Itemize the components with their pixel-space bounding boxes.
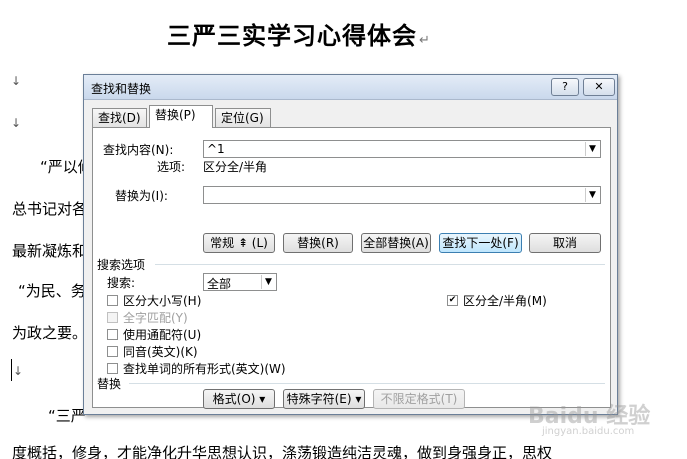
format-button[interactable]: 格式(O) ▾ [203,389,275,409]
baidu-watermark-logo: Baidu 经验 jingyan.baidu.com [528,404,651,437]
tab-goto[interactable]: 定位(G) [215,108,271,127]
options-label: 选项: [157,160,186,174]
dialog-title: 查找和替换 [91,82,152,96]
doc-line-3: 最新凝炼和 [12,242,88,260]
wildcards-checkbox[interactable]: 使用通配符(U) [107,326,201,343]
checkbox-box[interactable] [107,295,118,306]
checkbox-box[interactable] [107,329,118,340]
close-button[interactable]: ✕ [583,78,615,96]
help-button[interactable]: ? [551,78,579,96]
text-cursor [11,359,12,381]
search-direction-label: 搜索: [107,276,136,290]
match-width-checkbox[interactable]: ✔ 区分全/半角(M) [447,292,547,309]
replace-input[interactable]: ▼ [203,186,601,204]
special-button[interactable]: 特殊字符(E) ▾ [283,389,365,409]
divider [129,383,605,384]
replace-all-button[interactable]: 全部替换(A) [361,233,431,253]
replace-button[interactable]: 替换(R) [283,233,353,253]
sounds-like-checkbox[interactable]: 同音(英文)(K) [107,343,198,360]
paragraph-mark: ↓ [11,74,22,88]
divider [155,264,605,265]
paragraph-mark: ↓ [11,116,22,130]
find-next-button[interactable]: 查找下一处(F) [439,233,522,253]
tab-find[interactable]: 查找(D) [92,108,147,127]
paragraph-mark: ↓ [13,364,24,378]
doc-line-5: 为政之要。 [12,324,88,342]
chevron-down-icon[interactable]: ▼ [585,142,599,156]
replace-label: 替换为(I): [115,189,168,203]
find-input[interactable]: ^1 ▼ [203,140,601,158]
document-title: 三严三实学习心得体会 ↵ [167,22,431,50]
find-replace-dialog: 查找和替换 ? ✕ 查找(D) 替换(P) 定位(G) 查找内容(N): ^1 … [83,74,618,415]
cancel-button[interactable]: 取消 [529,233,601,253]
doc-line-6: “三严 [48,407,86,425]
checkmark-icon[interactable]: ✔ [447,295,458,306]
checkbox-box[interactable] [107,363,118,374]
whole-word-checkbox: 全字匹配(Y) [107,309,188,326]
replace-panel: 查找内容(N): ^1 ▼ 选项: 区分全/半角 替换为(I): ▼ 常规 ⇞ … [92,127,611,409]
dialog-titlebar[interactable]: 查找和替换 ? ✕ [84,75,617,100]
chevron-down-icon[interactable]: ▼ [585,188,599,202]
less-button[interactable]: 常规 ⇞ (L) [203,233,275,253]
no-formatting-button: 不限定格式(T) [373,389,465,409]
checkbox-box[interactable] [107,346,118,357]
all-word-forms-checkbox[interactable]: 查找单词的所有形式(英文)(W) [107,360,286,377]
find-value: ^1 [207,142,225,156]
replace-section-label: 替换 [97,377,122,391]
search-direction-value: 全部 [207,277,232,291]
search-direction-select[interactable]: 全部 ▼ [203,273,277,291]
tab-replace[interactable]: 替换(P) [149,105,213,128]
chevron-down-icon[interactable]: ▼ [261,275,275,289]
options-value: 区分全/半角 [203,160,268,174]
doc-line-2: 总书记对各 [12,200,88,218]
checkbox-box [107,312,118,323]
doc-line-4: “为民、务 [18,282,86,300]
search-options-label: 搜索选项 [97,258,146,272]
match-case-checkbox[interactable]: 区分大小写(H) [107,292,201,309]
doc-line-7: 度概括，修身，才能净化升华思想认识，涤荡锻造纯洁灵魂，做到身强身正，思权 [12,444,553,459]
find-label: 查找内容(N): [103,143,174,157]
